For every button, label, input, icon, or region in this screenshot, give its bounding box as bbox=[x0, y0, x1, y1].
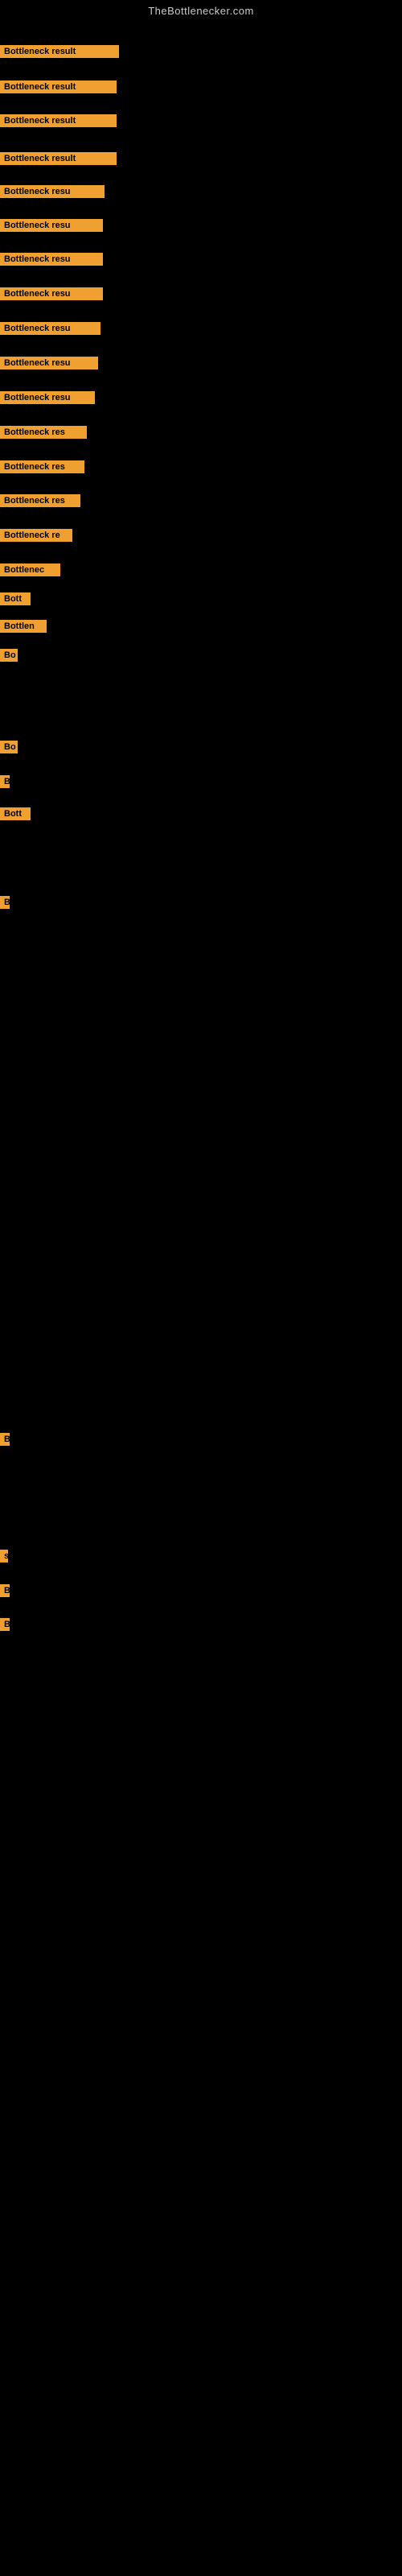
bottleneck-result-label: Bottleneck resu bbox=[0, 287, 103, 300]
bottleneck-result-label: B bbox=[0, 1433, 10, 1446]
bottleneck-result-label: Bottleneck res bbox=[0, 494, 80, 507]
bottleneck-result-label: Bottleneck re bbox=[0, 529, 72, 542]
bottleneck-result-label: s bbox=[0, 1550, 8, 1563]
bottleneck-result-label: Bottleneck resu bbox=[0, 185, 105, 198]
bottleneck-result-label: Bottleneck result bbox=[0, 152, 117, 165]
bottleneck-result-label: Bottleneck result bbox=[0, 45, 119, 58]
bottleneck-result-label: Bottleneck resu bbox=[0, 253, 103, 266]
bottleneck-result-label: Bottleneck resu bbox=[0, 357, 98, 369]
bottleneck-result-label: Bottleneck res bbox=[0, 460, 84, 473]
site-title: TheBottlenecker.com bbox=[0, 0, 402, 20]
bottleneck-result-label: Bott bbox=[0, 592, 31, 605]
bottleneck-result-label: B bbox=[0, 1618, 10, 1631]
bottleneck-result-label: B bbox=[0, 896, 10, 909]
bottleneck-result-label: Bott bbox=[0, 807, 31, 820]
bottleneck-result-label: Bo bbox=[0, 649, 18, 662]
bottleneck-result-label: B bbox=[0, 1584, 10, 1597]
bottleneck-result-label: Bottleneck resu bbox=[0, 322, 100, 335]
bottleneck-result-label: Bottleneck resu bbox=[0, 219, 103, 232]
bottleneck-result-label: Bottleneck result bbox=[0, 114, 117, 127]
bottleneck-result-label: Bo bbox=[0, 741, 18, 753]
bottleneck-result-label: Bottleneck result bbox=[0, 80, 117, 93]
bottleneck-result-label: Bottleneck resu bbox=[0, 391, 95, 404]
bottleneck-result-label: Bottlenec bbox=[0, 564, 60, 576]
bottleneck-result-label: Bottleneck res bbox=[0, 426, 87, 439]
bottleneck-result-label: Bottlen bbox=[0, 620, 47, 633]
bottleneck-result-label: B bbox=[0, 775, 10, 788]
